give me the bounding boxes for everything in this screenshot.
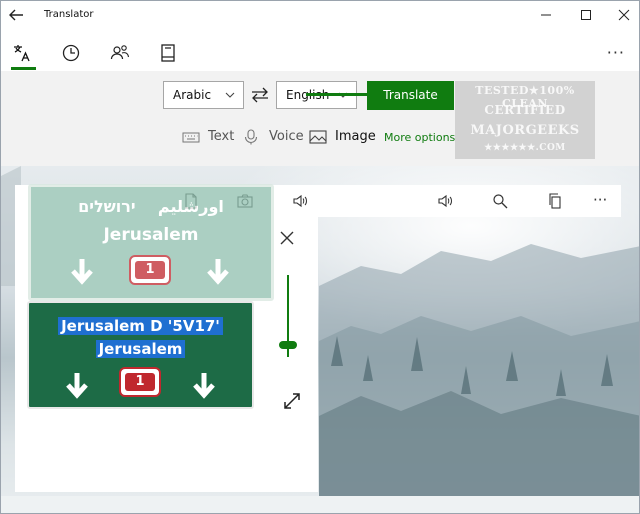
upper-sign-hebrew: ירושלים xyxy=(78,197,136,216)
speaker-icon[interactable] xyxy=(292,193,308,209)
top-nav xyxy=(1,33,639,71)
nav-selection-indicator xyxy=(11,67,36,70)
translator-window: Translator ··· Arabic Engli xyxy=(0,0,640,514)
down-arrow-icon xyxy=(66,373,88,399)
more-options-link[interactable]: More options xyxy=(384,131,455,144)
mode-image[interactable]: Image xyxy=(335,129,376,144)
expand-icon[interactable] xyxy=(282,391,302,411)
speaker-icon[interactable] xyxy=(437,193,453,209)
mode-voice[interactable]: Voice xyxy=(269,129,304,144)
image-icon xyxy=(309,130,327,144)
maximize-icon[interactable] xyxy=(579,8,593,22)
watermark-line-4: ★★★★★★.COM xyxy=(484,143,566,153)
back-arrow-icon[interactable] xyxy=(7,6,25,24)
source-language-select[interactable]: Arabic xyxy=(163,81,244,109)
down-arrow-icon xyxy=(207,259,229,285)
upper-road-sign: اورشليم ירושלים Jerusalem 1 xyxy=(28,184,274,301)
window-title: Translator xyxy=(44,9,94,20)
upper-sign-multilingual: اورشليم ירושלים xyxy=(31,197,271,216)
conversation-tab-icon[interactable] xyxy=(110,43,130,63)
title-bar: Translator xyxy=(1,1,639,31)
route-number: 1 xyxy=(135,261,165,279)
watermark-line-3: MAJORGEEKS xyxy=(470,123,580,138)
keyboard-icon xyxy=(182,132,200,143)
chevron-down-icon xyxy=(225,92,235,98)
microphone-icon xyxy=(244,129,258,145)
close-window-icon[interactable] xyxy=(617,8,631,22)
lower-road-sign: Jerusalem D '5V17' Jerusalem 1 xyxy=(27,301,254,409)
down-arrow-icon xyxy=(71,259,93,285)
translator-tab-icon[interactable] xyxy=(12,43,32,63)
detected-text-line-1[interactable]: Jerusalem D '5V17' xyxy=(58,317,223,335)
majorgeeks-watermark: TESTED★100% CLEAN CERTIFIED MAJORGEEKS ★… xyxy=(455,81,595,159)
route-shield: 1 xyxy=(119,367,161,397)
mode-selection-indicator xyxy=(306,93,378,96)
watermark-line-2: CERTIFIED xyxy=(484,103,566,117)
more-menu-icon[interactable]: ··· xyxy=(607,43,625,62)
mode-text[interactable]: Text xyxy=(208,129,234,144)
detected-text-line-2[interactable]: Jerusalem xyxy=(95,340,186,358)
route-shield: 1 xyxy=(129,255,171,285)
close-icon[interactable] xyxy=(279,230,295,246)
phrasebook-tab-icon[interactable] xyxy=(158,43,178,63)
zoom-slider-thumb[interactable] xyxy=(279,341,297,349)
source-language-value: Arabic xyxy=(173,88,212,102)
toolbar-more-icon[interactable]: ··· xyxy=(593,191,607,209)
upper-sign-english: Jerusalem xyxy=(103,225,199,245)
down-arrow-icon xyxy=(193,373,215,399)
upper-sign-arabic: اورشليم xyxy=(157,197,224,216)
minimize-icon[interactable] xyxy=(539,8,553,22)
history-tab-icon[interactable] xyxy=(61,43,81,63)
search-icon[interactable] xyxy=(492,193,508,209)
copy-icon[interactable] xyxy=(547,193,563,209)
translate-button[interactable]: Translate xyxy=(367,81,454,110)
route-number: 1 xyxy=(125,373,155,391)
swap-languages-icon[interactable] xyxy=(250,86,270,104)
